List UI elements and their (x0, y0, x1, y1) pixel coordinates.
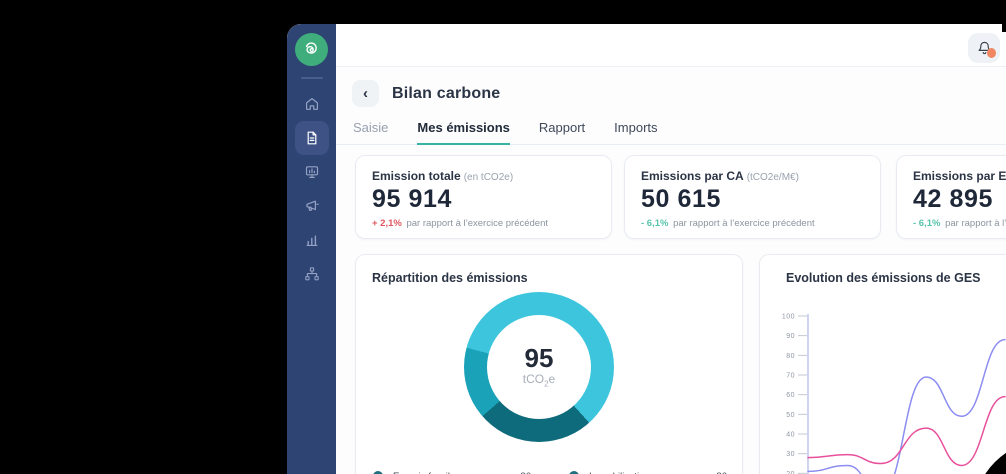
stat-card-emissions-par-etp: Emissions par ETP(tCO2e/ETP) 42 895 - 6,… (896, 155, 1006, 239)
svg-text:40: 40 (786, 432, 795, 439)
sidebar-item-analytics[interactable] (295, 223, 329, 257)
hierarchy-icon (304, 266, 320, 282)
logo-spiral-icon (302, 40, 321, 59)
bar-chart-icon (304, 232, 320, 248)
sidebar-item-documents[interactable] (295, 121, 329, 155)
stat-delta-value: - 6,1% (641, 218, 668, 229)
sidebar-divider (301, 77, 323, 79)
app-logo[interactable] (295, 33, 328, 66)
tab-rapport[interactable]: Rapport (539, 120, 585, 144)
stat-card-title: Emission totale(en tCO2e) (372, 169, 595, 183)
document-icon (304, 130, 320, 146)
sidebar-item-announcements[interactable] (295, 189, 329, 223)
stat-delta-value: + 2,1% (372, 218, 402, 229)
stat-card-emissions-par-ca: Emissions par CA(tCO2e/M€) 50 615 - 6,1%… (624, 155, 881, 239)
notification-badge (987, 48, 996, 58)
legend-item-energie-fossile: Energie fossile 86 (373, 461, 531, 474)
sidebar (287, 24, 336, 474)
monitor-chart-icon (304, 164, 320, 180)
svg-text:50: 50 (786, 412, 795, 419)
donut-center-value: 95 (525, 345, 554, 372)
stat-card-unit: (en tCO2e) (464, 172, 513, 183)
emissions-donut: 95 tCO2e (464, 292, 614, 442)
stat-card-delta: + 2,1% par rapport à l’exercice précéden… (372, 218, 595, 229)
svg-text:60: 60 (786, 392, 795, 399)
stat-cards-row: Emission totale(en tCO2e) 95 914 + 2,1% … (355, 155, 1006, 239)
donut-center-unit: tCO2e (523, 372, 555, 388)
tab-mes-emissions[interactable]: Mes émissions (417, 120, 510, 145)
line-chart-title: Evolution des émissions de GES (786, 271, 1006, 285)
svg-text:80: 80 (786, 353, 795, 360)
cropped-element-top-right (1002, 24, 1006, 32)
stat-card-title: Emissions par ETP(tCO2e/ETP) (913, 169, 1006, 183)
evolution-ges-panel: Evolution des émissions de GES 100 90 80 70… (759, 254, 1006, 474)
ges-line-chart-svg: 100908070605040302010 (760, 305, 1006, 474)
stat-card-value: 50 615 (641, 185, 864, 214)
donut-chart-title: Répartition des émissions (372, 271, 726, 285)
page-background: ‹ Bilan carbone Saisie Mes émissions Rap… (0, 0, 1006, 474)
content-area: Emission totale(en tCO2e) 95 914 + 2,1% … (336, 145, 1006, 474)
svg-text:100: 100 (782, 314, 795, 321)
sidebar-item-dashboard[interactable] (295, 155, 329, 189)
stat-delta-value: - 6,1% (913, 218, 940, 229)
home-icon (304, 96, 320, 112)
page-title: Bilan carbone (392, 85, 500, 103)
svg-text:30: 30 (786, 451, 795, 458)
tab-bar: Saisie Mes émissions Rapport Imports (336, 107, 1006, 145)
sidebar-item-home[interactable] (295, 87, 329, 121)
tab-imports[interactable]: Imports (614, 120, 657, 144)
app-window: ‹ Bilan carbone Saisie Mes émissions Rap… (287, 24, 1006, 474)
donut-center: 95 tCO2e (487, 315, 591, 419)
stat-card-delta: - 6,1% par rapport à l’exercice précéden… (641, 218, 864, 229)
stat-card-emission-totale: Emission totale(en tCO2e) 95 914 + 2,1% … (355, 155, 612, 239)
donut-legend: Energie fossile 86 Immobilisation 86 Ele… (373, 461, 727, 474)
svg-text:90: 90 (786, 333, 795, 340)
page-header: ‹ Bilan carbone (336, 67, 1006, 107)
back-button[interactable]: ‹ (352, 80, 379, 107)
sidebar-item-organization[interactable] (295, 257, 329, 291)
stat-card-delta: - 6,1% par rapport à l’exercice précéden… (913, 218, 1006, 229)
stat-card-value: 42 895 (913, 185, 1006, 214)
megaphone-icon (304, 198, 320, 214)
stat-card-title: Emissions par CA(tCO2e/M€) (641, 169, 864, 183)
topbar (336, 24, 1006, 67)
repartition-panel: Répartition des émissions 95 tCO2e Energ… (355, 254, 743, 474)
notifications-button[interactable] (968, 33, 1000, 63)
stat-card-unit: (tCO2e/M€) (747, 172, 799, 183)
charts-row: Répartition des émissions 95 tCO2e Energ… (355, 254, 1006, 474)
svg-text:70: 70 (786, 373, 795, 380)
stat-card-value: 95 914 (372, 185, 595, 214)
main-area: ‹ Bilan carbone Saisie Mes émissions Rap… (336, 24, 1006, 474)
tab-saisie[interactable]: Saisie (353, 120, 388, 144)
legend-item-immobilisation: Immobilisation 86 (569, 461, 727, 474)
